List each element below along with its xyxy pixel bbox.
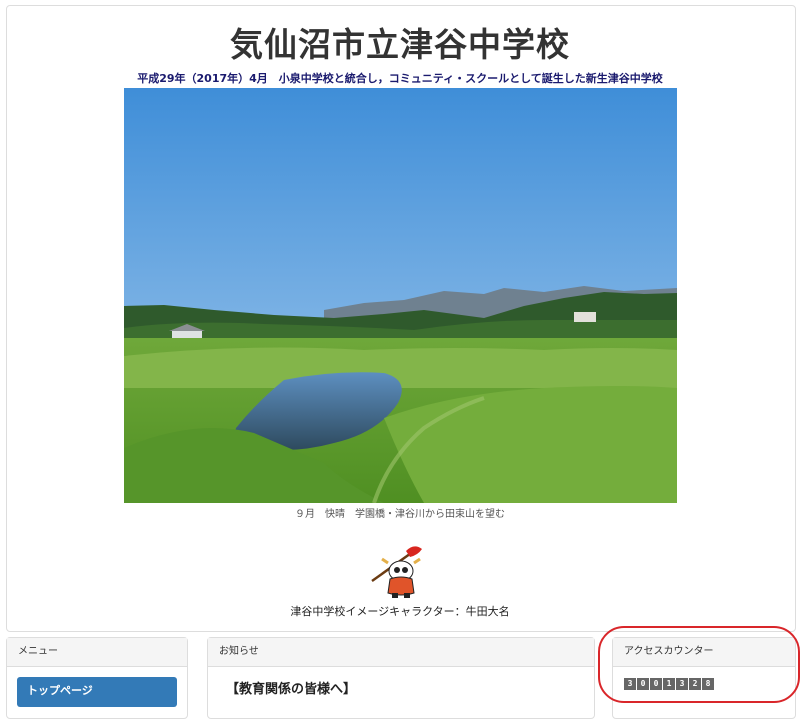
- menu-heading: メニュー: [7, 638, 187, 667]
- mascot-caption: 津谷中学校イメージキャラクター：牛田大名: [290, 605, 510, 618]
- access-counter: 3 0 0 1 3 2 8: [624, 678, 714, 690]
- access-counter-panel: アクセスカウンター 3 0 0 1 3 2 8: [612, 637, 796, 719]
- mascot-image: [368, 545, 428, 600]
- site-subtitle: 平成29年（2017年）4月 小泉中学校と統合し，コミュニティ・スクールとして誕…: [137, 72, 663, 85]
- news-panel: お知らせ 【教育関係の皆様へ】: [207, 637, 595, 719]
- counter-digit: 2: [689, 678, 701, 690]
- site-title[interactable]: 気仙沼市立津谷中学校: [0, 18, 800, 66]
- counter-digit: 3: [624, 678, 636, 690]
- counter-digit: 0: [637, 678, 649, 690]
- counter-digit: 1: [663, 678, 675, 690]
- hero-photo: [124, 88, 677, 503]
- counter-digit: 0: [650, 678, 662, 690]
- counter-digit: 8: [702, 678, 714, 690]
- news-item-title[interactable]: 【教育関係の皆様へ】: [226, 678, 356, 697]
- menu-panel: メニュー トップページ: [6, 637, 188, 719]
- counter-digit: 3: [676, 678, 688, 690]
- counter-heading: アクセスカウンター: [613, 638, 795, 667]
- news-heading: お知らせ: [208, 638, 594, 667]
- photo-caption: ９月 快晴 学園橋・津谷川から田束山を望む: [295, 509, 505, 520]
